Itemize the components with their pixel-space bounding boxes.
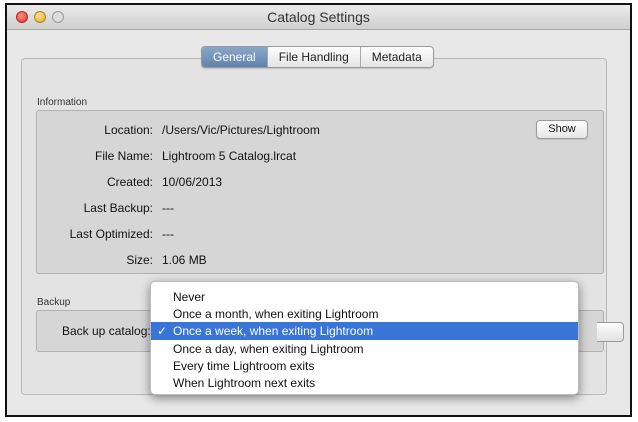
backup-section-label: Backup <box>37 297 71 308</box>
info-value: 1.06 MB <box>162 253 207 267</box>
menu-item-label: When Lightroom next exits <box>173 376 316 390</box>
tab-general[interactable]: General <box>202 47 268 67</box>
tab-file-handling[interactable]: File Handling <box>268 47 361 67</box>
info-label: Size: <box>126 253 153 267</box>
info-value: --- <box>162 227 174 241</box>
tab-bar: General File Handling Metadata <box>201 46 434 68</box>
info-value: 10/06/2013 <box>162 175 223 189</box>
menu-item-never[interactable]: Never <box>151 288 578 306</box>
menu-item-every-exit[interactable]: Every time Lightroom exits <box>151 357 578 375</box>
menu-item-label: Once a week, when exiting Lightroom <box>173 324 374 338</box>
menu-item-weekly[interactable]: ✓ Once a week, when exiting Lightroom <box>151 322 578 340</box>
info-label: File Name: <box>94 149 153 163</box>
show-button[interactable]: Show <box>536 120 588 139</box>
info-value: --- <box>162 201 174 215</box>
tab-metadata[interactable]: Metadata <box>361 47 433 67</box>
menu-item-monthly[interactable]: Once a month, when exiting Lightroom <box>151 305 578 323</box>
info-value: /Users/Vic/Pictures/Lightroom <box>162 123 320 137</box>
info-label: Last Backup: <box>83 201 153 215</box>
menu-item-label: Every time Lightroom exits <box>173 359 315 373</box>
menu-item-daily[interactable]: Once a day, when exiting Lightroom <box>151 340 578 358</box>
menu-item-label: Never <box>173 290 206 304</box>
checkmark-icon: ✓ <box>157 324 168 338</box>
info-label: Last Optimized: <box>69 227 153 241</box>
menu-item-label: Once a month, when exiting Lightroom <box>173 307 379 321</box>
information-section-label: Information <box>37 97 88 108</box>
backup-frequency-select[interactable] <box>597 322 624 342</box>
menu-item-label: Once a day, when exiting Lightroom <box>173 342 364 356</box>
info-value: Lightroom 5 Catalog.lrcat <box>162 149 297 163</box>
menu-item-next-exit[interactable]: When Lightroom next exits <box>151 374 578 392</box>
window-title: Catalog Settings <box>267 9 370 25</box>
info-label: Created: <box>106 175 153 189</box>
title-bar[interactable]: Catalog Settings <box>7 5 630 30</box>
backup-frequency-menu: Never Once a month, when exiting Lightro… <box>150 281 579 395</box>
info-label: Location: <box>104 123 153 137</box>
